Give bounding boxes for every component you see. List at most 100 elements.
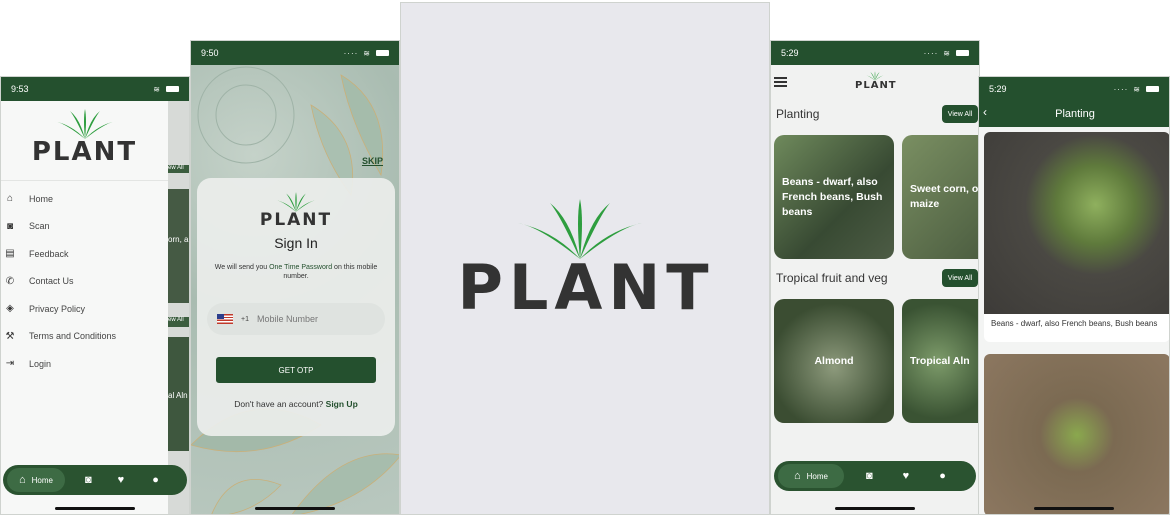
plant-card[interactable]: Sweet corn, or maize xyxy=(902,135,979,259)
battery-icon xyxy=(1146,86,1159,92)
phone-planting-list-screen: 5:29 ···· ≋ Planting ‹ Beans - dwarf, als… xyxy=(978,76,1170,515)
bottom-tab-bar: ⌂ Home ◙ ♥ ● xyxy=(3,465,187,495)
drawer-item-label: Home xyxy=(29,193,54,204)
drawer-item-label: Feedback xyxy=(29,248,69,259)
phone-drawer-screen: 9:53 ≋ PLANT ⌂ Home ◙ Scan ▤ Feedback ✆ Cont… xyxy=(0,76,190,515)
logo-leaves-icon xyxy=(518,199,642,259)
status-bar: 5:29 ···· ≋ xyxy=(771,41,979,65)
status-icons: ···· ≋ xyxy=(1114,85,1159,94)
home-indicator xyxy=(55,507,135,510)
status-icons: ≋ xyxy=(153,85,179,94)
tab-home[interactable]: ⌂ Home xyxy=(7,468,65,492)
camera-icon[interactable]: ◙ xyxy=(85,474,92,486)
battery-icon xyxy=(956,50,969,56)
drawer-item-scan[interactable]: ◙ Scan xyxy=(1,213,168,241)
drawer-item-home[interactable]: ⌂ Home xyxy=(1,185,168,213)
behind-card: al Aln xyxy=(168,337,189,451)
view-all-button[interactable]: View All xyxy=(942,269,978,287)
status-time: 9:50 xyxy=(201,48,219,58)
wifi-icon: ≋ xyxy=(153,84,161,94)
desc-highlight: One Time Password xyxy=(269,264,333,271)
drawer-item-label: Login xyxy=(29,358,52,369)
behind-viewall: ew All xyxy=(168,317,189,327)
tab-home-label: Home xyxy=(31,475,53,485)
phone-signin-screen: 9:50 ···· ≋ SKIP PLANT Sign In We will s… xyxy=(190,40,400,515)
signup-row: Don't have an account? Sign Up xyxy=(197,399,395,409)
drawer-item-label: Terms and Conditions xyxy=(29,331,117,342)
drawer-item-privacy[interactable]: ◈ Privacy Policy xyxy=(1,295,168,323)
section-title-planting: Planting xyxy=(776,107,820,121)
status-bar: 9:53 ≋ xyxy=(1,77,189,101)
navigation-bar: Planting xyxy=(979,101,1169,127)
desc-text: We will send you xyxy=(214,264,270,271)
status-time: 5:29 xyxy=(781,48,799,58)
brand-logo-text: PLANT xyxy=(31,137,138,167)
skip-link[interactable]: SKIP xyxy=(362,156,383,166)
signal-icon: ···· xyxy=(343,48,359,58)
hamburger-menu-icon[interactable] xyxy=(774,77,787,89)
status-icons: ···· ≋ xyxy=(924,49,969,58)
heart-icon[interactable]: ♥ xyxy=(118,474,125,486)
status-time: 9:53 xyxy=(11,84,29,94)
signal-icon: ···· xyxy=(923,48,939,58)
drawer-item-label: Contact Us xyxy=(29,276,74,287)
wifi-icon: ≋ xyxy=(943,48,951,58)
country-code[interactable]: +1 xyxy=(241,316,249,323)
header-logo: PLANT xyxy=(855,71,897,91)
home-icon: ⌂ xyxy=(794,470,801,482)
heart-icon[interactable]: ♥ xyxy=(903,470,910,482)
drawer-item-contact[interactable]: ✆ Contact Us xyxy=(1,268,168,296)
view-all-button[interactable]: View All xyxy=(942,105,978,123)
page-title: Planting xyxy=(1055,108,1095,120)
camera-icon[interactable]: ◙ xyxy=(866,470,873,482)
plant-list-item[interactable] xyxy=(984,354,1169,514)
otp-description: We will send you One Time Password on th… xyxy=(213,263,379,281)
signup-link[interactable]: Sign Up xyxy=(326,399,358,409)
drawer-item-login[interactable]: ⇥ Login xyxy=(1,350,168,378)
status-bar: 9:50 ···· ≋ xyxy=(191,41,399,65)
bottom-tab-bar: ⌂ Home ◙ ♥ ● xyxy=(774,461,976,491)
feedback-icon: ▤ xyxy=(5,248,15,260)
drawer-item-terms[interactable]: ⚒ Terms and Conditions xyxy=(1,323,168,351)
phone-icon: ✆ xyxy=(5,275,15,287)
phone-splash-screen: PLANT xyxy=(400,2,770,515)
status-time: 5:29 xyxy=(989,84,1007,94)
plant-card[interactable]: Almond xyxy=(774,299,894,423)
gavel-icon: ⚒ xyxy=(5,330,15,342)
phone-home-screen: 5:29 ···· ≋ PLANT Planting View All Beans… xyxy=(770,40,980,515)
shield-icon: ◈ xyxy=(6,303,14,315)
tab-home[interactable]: ⌂ Home xyxy=(778,464,844,488)
plant-card[interactable]: Beans - dwarf, also French beans, Bush b… xyxy=(774,135,894,259)
drawer-item-feedback[interactable]: ▤ Feedback xyxy=(1,240,168,268)
home-indicator xyxy=(1034,507,1114,510)
home-icon: ⌂ xyxy=(6,193,14,205)
drawer-item-label: Privacy Policy xyxy=(29,303,86,314)
plant-card[interactable]: Tropical Aln xyxy=(902,299,979,423)
back-chevron-icon[interactable]: ‹ xyxy=(983,105,987,119)
battery-icon xyxy=(376,50,389,56)
drawer-item-label: Scan xyxy=(29,221,50,232)
status-bar: 5:29 ···· ≋ xyxy=(979,77,1169,101)
us-flag-icon[interactable] xyxy=(217,314,233,324)
logo-leaves-icon xyxy=(275,192,317,212)
profile-icon[interactable]: ● xyxy=(152,474,159,486)
behind-viewall: ew All xyxy=(168,165,189,173)
tab-home-label: Home xyxy=(806,471,828,481)
signal-icon: ···· xyxy=(1113,84,1129,94)
login-icon: ⇥ xyxy=(5,358,15,370)
obscured-home-content: ew All orn, a ew All al Aln xyxy=(168,101,189,514)
brand-logo-text: PLANT xyxy=(457,251,715,324)
mobile-number-input[interactable]: Mobile Number xyxy=(257,314,318,324)
get-otp-button[interactable]: GET OTP xyxy=(216,357,376,383)
brand-logo-text: PLANT xyxy=(259,210,333,230)
status-icons: ···· ≋ xyxy=(344,49,389,58)
signin-card: PLANT Sign In We will send you One Time … xyxy=(197,178,395,436)
mobile-number-field[interactable]: +1 Mobile Number xyxy=(207,303,385,335)
home-indicator xyxy=(255,507,335,510)
bean-plant-photo xyxy=(984,132,1169,314)
brand-logo-text: PLANT xyxy=(855,80,897,91)
profile-icon[interactable]: ● xyxy=(939,470,946,482)
battery-icon xyxy=(166,86,179,92)
plant-list-item[interactable]: Beans - dwarf, also French beans, Bush b… xyxy=(984,132,1169,342)
plant-caption: Beans - dwarf, also French beans, Bush b… xyxy=(984,314,1169,333)
